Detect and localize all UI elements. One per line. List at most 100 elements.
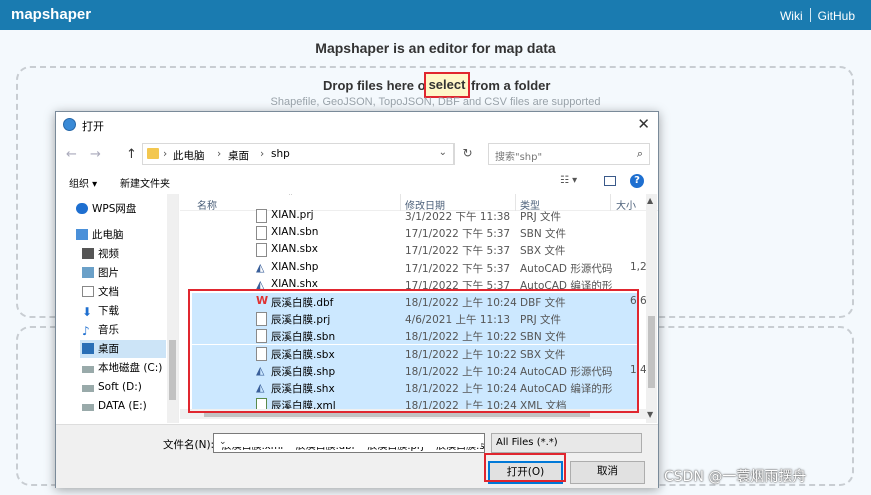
- file-row[interactable]: 辰溪白膜.sbn 18/1/2022 上午 10:22 SBN 文件: [192, 327, 638, 345]
- picture-icon: [82, 267, 94, 278]
- refresh-icon[interactable]: ↻: [454, 143, 480, 165]
- drive-icon: [82, 404, 94, 411]
- file-type: PRJ 文件: [520, 314, 562, 327]
- nav-item-desktop[interactable]: 桌面: [80, 340, 166, 358]
- open-button[interactable]: 打开(O): [488, 461, 563, 484]
- file-name: 辰溪白膜.prj: [271, 314, 331, 327]
- scroll-up-icon[interactable]: ▲: [647, 196, 653, 205]
- nav-scrollbar-thumb[interactable]: [169, 340, 176, 400]
- file-date: 4/6/2021 上午 11:13: [405, 314, 511, 327]
- file-date: 17/1/2022 下午 5:37: [405, 228, 511, 241]
- file-name: XIAN.sbx: [271, 243, 319, 256]
- nav-item-pictures[interactable]: 图片: [82, 264, 119, 282]
- horizontal-scrollbar-thumb[interactable]: [204, 412, 590, 417]
- nav-item-drive-c[interactable]: 本地磁盘 (C:): [82, 359, 162, 377]
- nav-item-label: 下载: [98, 305, 119, 317]
- file-icon: [256, 346, 267, 361]
- nav-item-label: 桌面: [98, 343, 119, 355]
- nav-item-drive-e[interactable]: DATA (E:): [82, 397, 147, 415]
- file-name: XIAN.shp: [271, 260, 319, 273]
- nav-item-videos[interactable]: 视频: [82, 245, 119, 263]
- address-bar: ← → ↑ › 此电脑 › 桌面 › shp ⌄ ↻ 搜索"shp" ⌕: [56, 138, 658, 172]
- file-row[interactable]: ◭ XIAN.shx 17/1/2022 下午 5:37 AutoCAD 编译的形: [180, 276, 642, 293]
- file-row[interactable]: 辰溪白膜.prj 4/6/2021 上午 11:13 PRJ 文件: [192, 310, 638, 328]
- breadcrumb[interactable]: › 此电脑 › 桌面 › shp ⌄: [142, 143, 454, 165]
- filetype-select[interactable]: All Files (*.*) ⌄: [491, 433, 642, 453]
- preview-pane-icon[interactable]: [604, 176, 616, 186]
- chevron-down-icon[interactable]: ⌄: [217, 437, 481, 447]
- drive-icon: [82, 385, 94, 392]
- github-link[interactable]: GitHub: [818, 9, 855, 23]
- nav-scrollbar[interactable]: [167, 194, 178, 423]
- nav-item-label: 图片: [98, 267, 119, 279]
- file-type: AutoCAD 编译的形: [520, 383, 613, 395]
- file-row[interactable]: 辰溪白膜.sbx 18/1/2022 上午 10:22 SBX 文件: [192, 344, 638, 362]
- breadcrumb-item[interactable]: shp: [271, 148, 290, 160]
- filename-input[interactable]: "辰溪白膜.xml" "辰溪白膜.dbf" "辰溪白膜.prj" "辰溪白膜.s…: [213, 433, 485, 453]
- top-bar: mapshaper Wiki GitHub: [0, 0, 871, 30]
- file-date: 17/1/2022 下午 5:37: [405, 279, 511, 292]
- scroll-down-icon[interactable]: ▼: [647, 410, 653, 419]
- cancel-button[interactable]: 取消: [570, 461, 645, 484]
- search-icon[interactable]: ⌕: [637, 147, 643, 161]
- nav-item-documents[interactable]: 文档: [82, 283, 119, 301]
- file-type: AutoCAD 形源代码: [520, 365, 613, 378]
- file-date: 18/1/2022 上午 10:24: [405, 365, 517, 378]
- file-row[interactable]: ◭ XIAN.shp 17/1/2022 下午 5:37 AutoCAD 形源代码 1,…: [180, 259, 647, 276]
- file-icon: [256, 329, 267, 344]
- watermark: CSDN @一蓑烟雨摆舟: [664, 469, 807, 485]
- file-date: 17/1/2022 下午 5:37: [405, 262, 511, 275]
- file-list-scrollbar-thumb[interactable]: [648, 316, 655, 388]
- nav-item-label: Soft (D:): [98, 381, 142, 393]
- file-date: 18/1/2022 上午 10:24: [405, 383, 517, 395]
- help-icon[interactable]: ?: [630, 174, 644, 188]
- file-list-scrollbar[interactable]: ▲ ▼: [646, 194, 657, 423]
- download-icon: ⬇: [82, 305, 93, 319]
- view-options-icon[interactable]: ☷ ▾: [560, 175, 577, 186]
- nav-item-downloads[interactable]: ⬇ 下载: [82, 302, 119, 320]
- file-size: 1,2: [630, 260, 647, 273]
- file-type: SBX 文件: [520, 245, 566, 258]
- file-type: SBX 文件: [520, 348, 566, 361]
- file-row[interactable]: XIAN.sbx 17/1/2022 下午 5:37 SBX 文件: [180, 241, 642, 258]
- up-arrow-icon[interactable]: ↑: [126, 147, 137, 162]
- dialog-app-icon: [63, 118, 76, 131]
- back-arrow-icon[interactable]: ←: [66, 147, 77, 162]
- file-date: 18/1/2022 上午 10:22: [405, 331, 517, 344]
- nav-item-label: 音乐: [98, 324, 119, 336]
- file-date: 17/1/2022 下午 5:37: [405, 245, 511, 258]
- search-input[interactable]: 搜索"shp" ⌕: [488, 143, 650, 165]
- file-size: 6,6: [630, 295, 647, 307]
- breadcrumb-item[interactable]: 此电脑: [173, 148, 205, 163]
- file-row[interactable]: ◭ 辰溪白膜.shx 18/1/2022 上午 10:24 AutoCAD 编译的形: [192, 379, 638, 396]
- drop-text: Drop files here or: [323, 78, 431, 93]
- autocad-file-icon: ◭: [256, 260, 265, 274]
- chevron-down-icon[interactable]: ⌄: [439, 147, 447, 158]
- file-row[interactable]: XIAN.prj 3/1/2022 下午 11:38 PRJ 文件: [180, 207, 642, 224]
- new-folder-button[interactable]: 新建文件夹: [120, 175, 170, 190]
- select-button[interactable]: select: [424, 72, 470, 98]
- forward-arrow-icon[interactable]: →: [90, 147, 101, 162]
- wiki-link[interactable]: Wiki: [780, 9, 803, 23]
- horizontal-scrollbar[interactable]: [180, 409, 646, 419]
- file-size: 1,4: [630, 363, 647, 376]
- nav-item-drive-d[interactable]: Soft (D:): [82, 378, 142, 396]
- breadcrumb-item[interactable]: 桌面: [228, 148, 249, 163]
- nav-item-label: 视频: [98, 248, 119, 260]
- nav-item-music[interactable]: ♪ 音乐: [82, 321, 119, 339]
- file-row[interactable]: XIAN.sbn 17/1/2022 下午 5:37 SBN 文件: [180, 224, 642, 241]
- nav-item-this-pc[interactable]: 此电脑: [76, 226, 124, 244]
- dialog-titlebar: 打开 ✕: [56, 112, 658, 138]
- nav-item-wps-cloud[interactable]: WPS网盘: [76, 200, 136, 218]
- file-type: DBF 文件: [520, 297, 566, 309]
- file-icon: [256, 312, 267, 327]
- document-icon: [82, 286, 94, 297]
- file-row[interactable]: ◭ 辰溪白膜.shp 18/1/2022 上午 10:24 AutoCAD 形源代码 1…: [192, 361, 647, 379]
- file-name: XIAN.shx: [271, 277, 319, 290]
- close-icon[interactable]: ✕: [637, 115, 650, 133]
- app-logo: mapshaper: [11, 6, 92, 23]
- top-links: Wiki GitHub: [780, 8, 855, 23]
- file-name: XIAN.sbn: [271, 226, 319, 239]
- file-row[interactable]: W 辰溪白膜.dbf 18/1/2022 上午 10:24 DBF 文件 6,6: [192, 293, 647, 310]
- organize-menu[interactable]: 组织 ▾: [69, 175, 97, 190]
